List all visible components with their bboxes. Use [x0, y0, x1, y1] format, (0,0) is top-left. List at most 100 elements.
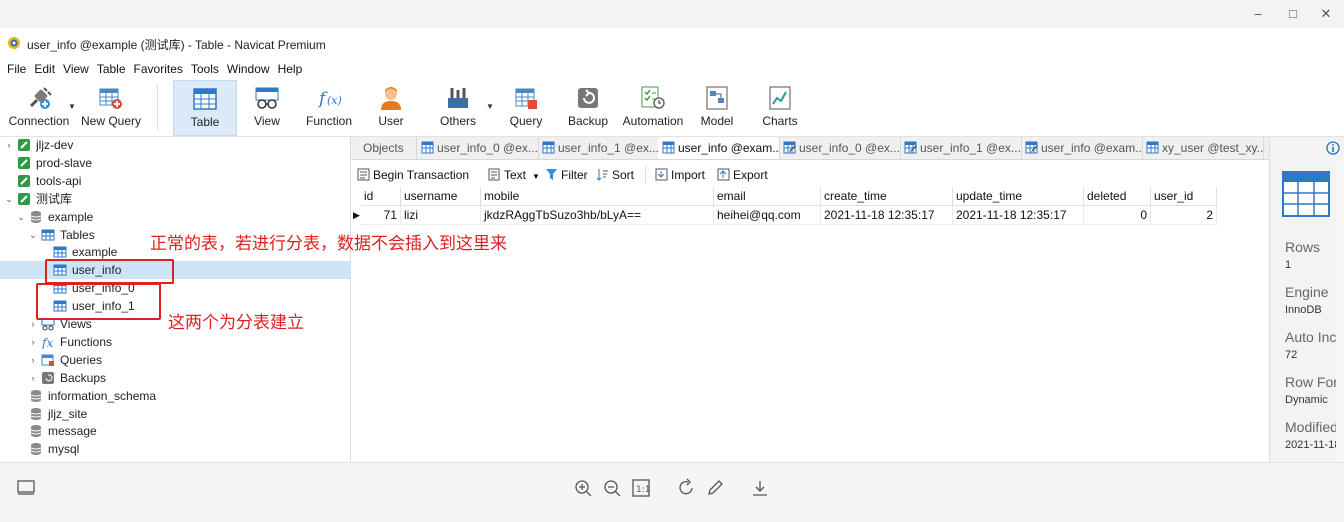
- grid-cell[interactable]: 2: [1151, 206, 1217, 225]
- vertical-scrollbar[interactable]: [1336, 160, 1344, 462]
- grid-cell[interactable]: 2021-11-18 12:35:17: [953, 206, 1084, 225]
- column-header-update-time[interactable]: update_time: [953, 187, 1084, 206]
- model-button[interactable]: Model: [694, 80, 740, 134]
- export-icon: [717, 168, 730, 181]
- column-header-email[interactable]: email: [714, 187, 821, 206]
- backup-button[interactable]: Backup: [564, 80, 612, 134]
- automation-button[interactable]: Automation: [620, 80, 686, 134]
- export-button[interactable]: Export: [717, 166, 768, 184]
- info-icon[interactable]: [1326, 141, 1340, 155]
- begin-transaction-button[interactable]: Begin Transaction: [357, 166, 469, 184]
- query-label: Query: [509, 114, 543, 128]
- user-button[interactable]: User: [368, 80, 414, 134]
- tab-table[interactable]: user_info_1 @ex...: [900, 137, 1022, 159]
- tree-connection[interactable]: tools-api: [0, 172, 350, 190]
- new-query-button[interactable]: New Query: [80, 80, 142, 134]
- tab-table[interactable]: user_info @exam...: [1021, 137, 1143, 159]
- expand-chevron-icon[interactable]: ›: [4, 137, 14, 154]
- tab-table[interactable]: user_info_0 @ex...: [417, 137, 539, 159]
- grid-cell[interactable]: 2021-11-18 12:35:17: [821, 206, 953, 225]
- grid-cell[interactable]: jkdzRAggTbSuzo3hb/bLyA==: [481, 206, 714, 225]
- tree-connection[interactable]: › jljz-dev: [0, 137, 350, 154]
- expand-chevron-icon[interactable]: ›: [28, 351, 38, 369]
- column-header-username[interactable]: username: [401, 187, 481, 206]
- query-button[interactable]: Query: [504, 80, 548, 134]
- menu-table[interactable]: Table: [93, 60, 130, 78]
- expand-chevron-icon[interactable]: ›: [28, 333, 38, 351]
- tree-queries-folder[interactable]: › Queries: [0, 351, 350, 369]
- menu-view[interactable]: View: [59, 60, 93, 78]
- engine-label: Engine: [1285, 284, 1329, 300]
- connection-label: Connection: [8, 114, 70, 128]
- tree-database[interactable]: mysql: [0, 440, 350, 458]
- tab-table[interactable]: user_info_1 @ex...: [538, 137, 659, 159]
- tree-database[interactable]: message: [0, 422, 350, 440]
- view-button[interactable]: View: [240, 80, 294, 134]
- import-button[interactable]: Import: [655, 166, 705, 184]
- panel-toggle-icon[interactable]: [16, 478, 36, 498]
- query-icon: [41, 354, 54, 366]
- edit-pen-icon[interactable]: [705, 478, 725, 498]
- zoom-in-icon[interactable]: [573, 478, 593, 498]
- table-button[interactable]: Table: [173, 80, 237, 136]
- download-icon[interactable]: [750, 478, 770, 498]
- column-header-user-id[interactable]: user_id: [1151, 187, 1217, 206]
- filter-button[interactable]: Filter: [545, 166, 588, 184]
- tree-database[interactable]: information_schema: [0, 387, 350, 405]
- expand-chevron-icon[interactable]: ›: [28, 369, 38, 387]
- grid-cell[interactable]: heihei@qq.com: [714, 206, 821, 225]
- svg-text:fx: fx: [41, 336, 53, 349]
- grid-cell[interactable]: 0: [1084, 206, 1151, 225]
- function-icon: fx: [41, 336, 53, 349]
- column-header-mobile[interactable]: mobile: [481, 187, 714, 206]
- column-header-id[interactable]: id: [361, 187, 401, 206]
- tab-table[interactable]: user_info @exam...: [658, 137, 780, 159]
- menu-edit[interactable]: Edit: [30, 60, 59, 78]
- tab-label: xy_user @test_xy...: [1162, 141, 1264, 155]
- tree-database[interactable]: jljz_site: [0, 405, 350, 423]
- others-button[interactable]: Others: [432, 80, 484, 134]
- tree-backups-folder[interactable]: › Backups: [0, 369, 350, 387]
- close-button[interactable]: ✕: [1308, 4, 1344, 24]
- collapse-chevron-icon[interactable]: ⌄: [4, 190, 14, 208]
- menu-help[interactable]: Help: [274, 60, 307, 78]
- minimize-button[interactable]: –: [1240, 4, 1276, 24]
- column-header-deleted[interactable]: deleted: [1084, 187, 1151, 206]
- tab-objects[interactable]: Objects: [351, 137, 417, 159]
- menu-tools[interactable]: Tools: [187, 60, 223, 78]
- connection-button[interactable]: Connection: [6, 80, 72, 134]
- import-icon: [655, 168, 668, 181]
- menu-window[interactable]: Window: [223, 60, 274, 78]
- text-button[interactable]: Text ▼: [488, 166, 540, 184]
- menu-favorites[interactable]: Favorites: [130, 60, 187, 78]
- tree-label: prod-slave: [36, 155, 93, 170]
- function-button[interactable]: f (x) Function: [302, 80, 356, 134]
- others-dropdown-icon[interactable]: ▼: [486, 102, 494, 111]
- connection-dropdown-icon[interactable]: ▼: [68, 102, 76, 111]
- database-icon: [30, 407, 42, 420]
- grid-cell[interactable]: 71: [361, 206, 401, 225]
- tab-table[interactable]: user_info_0 @ex...: [779, 137, 901, 159]
- collapse-chevron-icon[interactable]: ⌄: [16, 208, 26, 226]
- tab-table[interactable]: xy_user @test_xy...: [1142, 137, 1264, 159]
- tree-database[interactable]: ⌄ example: [0, 208, 350, 226]
- tables-folder-icon: [41, 229, 55, 240]
- tree-functions-folder[interactable]: › fx Functions: [0, 333, 350, 351]
- column-header-create-time[interactable]: create_time: [821, 187, 953, 206]
- maximize-button[interactable]: □: [1275, 4, 1311, 24]
- tree-connection[interactable]: prod-slave: [0, 154, 350, 172]
- zoom-out-icon[interactable]: [602, 478, 622, 498]
- rotate-icon[interactable]: [676, 478, 696, 498]
- collapse-chevron-icon[interactable]: ⌄: [28, 226, 38, 244]
- sort-button[interactable]: Sort: [596, 166, 634, 184]
- tree-connection[interactable]: ⌄ 测试库: [0, 190, 350, 208]
- table-icon: [53, 246, 67, 258]
- grid-cell[interactable]: lizi: [401, 206, 481, 225]
- menu-file[interactable]: File: [3, 60, 30, 78]
- charts-button[interactable]: Charts: [756, 80, 804, 134]
- others-label: Others: [439, 114, 476, 128]
- rows-label: Rows: [1285, 239, 1321, 255]
- navicat-logo-icon: [8, 37, 20, 49]
- actual-size-icon[interactable]: 1:1: [631, 478, 651, 498]
- function-icon: f (x): [317, 89, 342, 109]
